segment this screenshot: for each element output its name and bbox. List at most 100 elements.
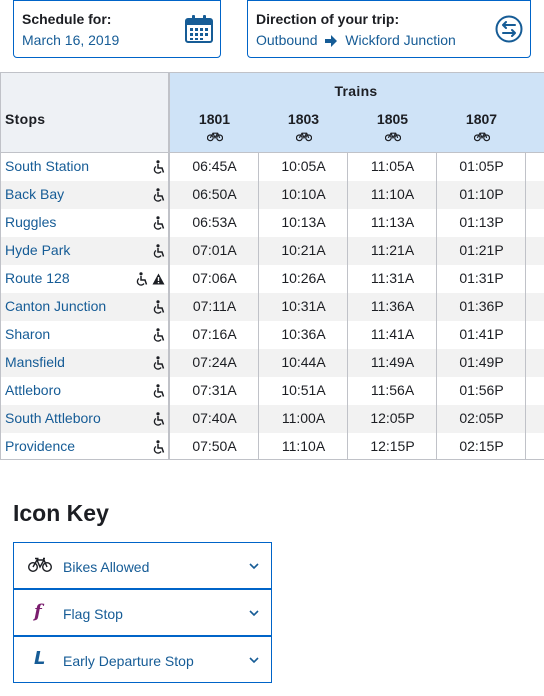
train-number: 1807	[465, 111, 498, 127]
departure-time: 07:40A	[192, 410, 237, 426]
alert-icon[interactable]	[152, 273, 165, 285]
schedule-date-value: March 16, 2019	[22, 32, 120, 48]
direction-value: Outbound Wickford Junction	[256, 32, 456, 48]
accessible-icon	[153, 300, 165, 314]
train-header-1803: 1803	[259, 111, 348, 142]
stop-link[interactable]: Route 128	[5, 270, 70, 286]
chevron-down-icon	[249, 604, 259, 622]
accessible-icon	[153, 384, 165, 398]
stop-row: South Station	[1, 153, 168, 181]
departure-time: 07:01A	[192, 242, 237, 258]
key-label-flag-stop: Flag Stop	[63, 606, 123, 622]
times-row: 06:50A 10:10A 11:10A 01:10P	[170, 181, 544, 209]
departure-time: 10:44A	[281, 354, 326, 370]
departure-time: 01:05P	[459, 158, 504, 174]
accessible-icon	[153, 244, 165, 258]
trains-area[interactable]: Trains 1801 1803 1805 1807 06:45A 10:05A 11:0…	[170, 72, 544, 460]
key-item-early-departure[interactable]: L Early Departure Stop	[13, 636, 272, 683]
direction-name: Outbound	[256, 32, 318, 48]
column-divider	[347, 153, 348, 459]
stop-icons	[153, 216, 165, 230]
departure-time: 01:41P	[459, 326, 504, 342]
departure-time: 07:16A	[192, 326, 237, 342]
stop-link[interactable]: South Station	[5, 158, 89, 174]
stop-link[interactable]: Attleboro	[5, 382, 61, 398]
accessible-icon	[153, 440, 165, 454]
departure-time: 11:41A	[370, 326, 415, 342]
times-row: 06:45A 10:05A 11:05A 01:05P	[170, 153, 544, 181]
times-row: 07:16A 10:36A 11:41A 01:41P	[170, 321, 544, 349]
key-item-bikes-allowed[interactable]: Bikes Allowed	[13, 542, 272, 589]
stop-link[interactable]: Canton Junction	[5, 298, 106, 314]
departure-time: 01:21P	[459, 242, 504, 258]
stop-row: Ruggles	[1, 209, 168, 237]
departure-time: 10:21A	[281, 242, 326, 258]
departure-time: 11:36A	[370, 298, 415, 314]
column-divider	[436, 153, 437, 459]
departure-time: 07:24A	[192, 354, 237, 370]
calendar-icon	[184, 14, 214, 49]
departure-time: 07:50A	[192, 438, 237, 454]
chevron-down-icon	[249, 557, 259, 575]
accessible-icon	[153, 412, 165, 426]
stops-header: Stops	[1, 73, 168, 153]
stop-link[interactable]: Ruggles	[5, 214, 56, 230]
stop-row: Sharon	[1, 321, 168, 349]
stop-row: Providence	[1, 433, 168, 460]
accessible-icon	[153, 160, 165, 174]
swap-direction-icon[interactable]	[495, 15, 523, 48]
train-number: 1805	[376, 111, 409, 127]
stop-icons	[153, 300, 165, 314]
stop-link[interactable]: Providence	[5, 438, 75, 454]
bike-icon	[384, 132, 401, 142]
key-label-bikes-allowed: Bikes Allowed	[63, 559, 150, 575]
stop-row: Attleboro	[1, 377, 168, 405]
departure-time: 01:13P	[459, 214, 504, 230]
stop-row: Canton Junction	[1, 293, 168, 321]
departure-time: 12:05P	[370, 410, 415, 426]
key-label-early-departure: Early Departure Stop	[63, 653, 194, 669]
departure-time: 11:05A	[370, 158, 415, 174]
departure-time: 11:56A	[370, 382, 415, 398]
departure-time: 10:13A	[281, 214, 326, 230]
departure-time: 01:56P	[459, 382, 504, 398]
stop-row: Mansfield	[1, 349, 168, 377]
departure-time: 10:51A	[281, 382, 326, 398]
train-number: 1803	[287, 111, 320, 127]
schedule-date-selector[interactable]: Schedule for: March 16, 2019	[13, 0, 221, 58]
stop-icons	[153, 244, 165, 258]
stops-header-label: Stops	[5, 111, 46, 127]
icon-key-title: Icon Key	[13, 500, 109, 526]
stop-icons	[153, 356, 165, 370]
train-header-1801: 1801	[170, 111, 259, 142]
departure-time: 10:31A	[281, 298, 326, 314]
departure-time: 10:10A	[281, 186, 326, 202]
stop-link[interactable]: Sharon	[5, 326, 50, 342]
bike-icon	[295, 132, 312, 142]
departure-time: 06:53A	[192, 214, 237, 230]
stop-icons	[153, 384, 165, 398]
times-row: 06:53A 10:13A 11:13A 01:13P	[170, 209, 544, 237]
key-item-flag-stop[interactable]: f Flag Stop	[13, 589, 272, 636]
column-divider	[525, 153, 526, 459]
bike-icon	[473, 132, 490, 142]
stop-link[interactable]: Back Bay	[5, 186, 64, 202]
direction-selector[interactable]: Direction of your trip: Outbound Wickfor…	[247, 0, 531, 58]
stop-link[interactable]: Hyde Park	[5, 242, 70, 258]
stop-link[interactable]: Mansfield	[5, 354, 65, 370]
stop-icons	[136, 272, 165, 286]
departure-time: 11:31A	[370, 270, 415, 286]
schedule-table: Stops South Station Back Bay Ruggles Hyde P…	[0, 72, 544, 460]
train-number: 1801	[198, 111, 231, 127]
trains-header-label: Trains	[334, 83, 378, 99]
stop-link[interactable]: South Attleboro	[5, 410, 101, 426]
times-row: 07:31A 10:51A 11:56A 01:56P	[170, 377, 544, 405]
stop-icons	[153, 440, 165, 454]
stop-row: South Attleboro	[1, 405, 168, 433]
accessible-icon	[153, 216, 165, 230]
early-departure-icon: L	[34, 648, 46, 669]
departure-time: 10:36A	[281, 326, 326, 342]
departure-time: 01:31P	[459, 270, 504, 286]
departure-time: 07:31A	[192, 382, 237, 398]
stop-row: Hyde Park	[1, 237, 168, 265]
